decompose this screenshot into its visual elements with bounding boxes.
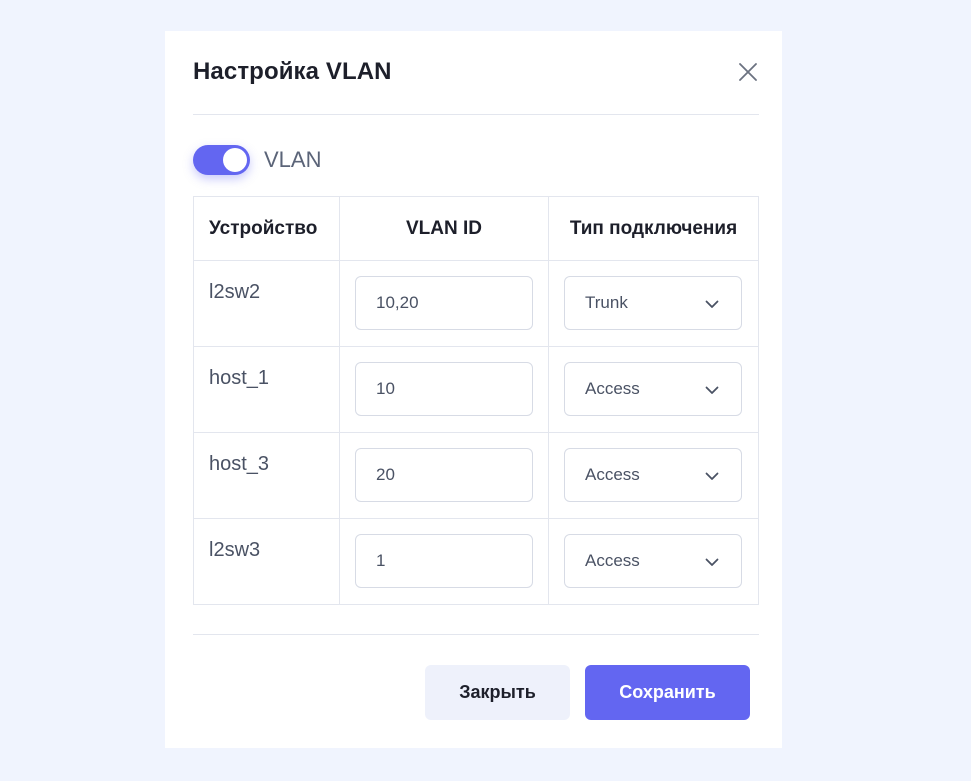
table-row: l2sw2 Trunk bbox=[193, 260, 759, 347]
connection-type-select[interactable]: Trunk bbox=[564, 276, 742, 330]
chevron-down-icon bbox=[705, 558, 719, 566]
table-row: host_3 Access bbox=[193, 432, 759, 519]
chevron-down-icon bbox=[705, 472, 719, 480]
vlan-id-input[interactable] bbox=[355, 534, 533, 588]
vlan-id-input[interactable] bbox=[355, 276, 533, 330]
table-header-row: Устройство VLAN ID Тип подключения bbox=[193, 196, 759, 261]
vlan-id-cell bbox=[339, 260, 549, 347]
chevron-down-icon bbox=[705, 300, 719, 308]
connection-type-cell: Access bbox=[548, 518, 759, 605]
vlan-toggle-label: VLAN bbox=[264, 147, 322, 172]
close-dialog-button[interactable]: Закрыть bbox=[425, 665, 570, 720]
vlan-id-cell bbox=[339, 432, 549, 519]
footer-divider bbox=[193, 634, 759, 635]
device-name: host_3 bbox=[193, 432, 340, 519]
connection-type-cell: Trunk bbox=[548, 260, 759, 347]
vlan-settings-dialog: Настройка VLAN VLAN Устройство VLAN ID Т… bbox=[165, 31, 782, 748]
connection-type-select[interactable]: Access bbox=[564, 448, 742, 502]
column-header-connection-type: Тип подключения bbox=[548, 196, 759, 261]
connection-type-select[interactable]: Access bbox=[564, 362, 742, 416]
select-value: Access bbox=[585, 465, 640, 484]
vlan-id-cell bbox=[339, 346, 549, 433]
connection-type-cell: Access bbox=[548, 346, 759, 433]
device-name: l2sw2 bbox=[193, 260, 340, 347]
vlan-id-input[interactable] bbox=[355, 362, 533, 416]
dialog-title: Настройка VLAN bbox=[193, 58, 392, 85]
chevron-down-icon bbox=[705, 386, 719, 394]
device-name: host_1 bbox=[193, 346, 340, 433]
save-button[interactable]: Сохранить bbox=[585, 665, 750, 720]
table-row: l2sw3 Access bbox=[193, 518, 759, 605]
vlan-toggle-row: VLAN bbox=[193, 144, 321, 176]
table-row: host_1 Access bbox=[193, 346, 759, 433]
vlan-id-input[interactable] bbox=[355, 448, 533, 502]
select-value: Access bbox=[585, 551, 640, 570]
connection-type-select[interactable]: Access bbox=[564, 534, 742, 588]
close-button[interactable] bbox=[737, 61, 759, 83]
toggle-knob bbox=[223, 148, 247, 172]
column-header-device: Устройство bbox=[193, 196, 340, 261]
vlan-toggle[interactable] bbox=[193, 145, 250, 175]
device-name: l2sw3 bbox=[193, 518, 340, 605]
select-value: Access bbox=[585, 379, 640, 398]
connection-type-cell: Access bbox=[548, 432, 759, 519]
dialog-header: Настройка VLAN bbox=[193, 31, 759, 115]
column-header-vlan-id: VLAN ID bbox=[339, 196, 549, 261]
close-icon bbox=[739, 63, 757, 81]
select-value: Trunk bbox=[585, 293, 628, 312]
vlan-id-cell bbox=[339, 518, 549, 605]
vlan-table: Устройство VLAN ID Тип подключения l2sw2… bbox=[193, 196, 759, 605]
